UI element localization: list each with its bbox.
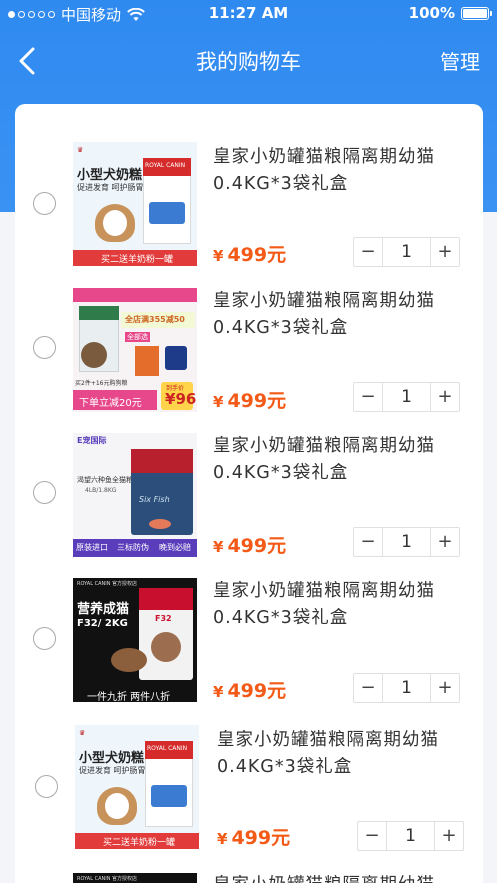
decrement-button[interactable]: − — [354, 238, 382, 266]
thumb-headline: 渴望六种鱼全猫粮 — [77, 476, 133, 484]
product-price: ¥499元 — [217, 823, 290, 850]
logo-crown: ♛ — [79, 729, 86, 737]
product-title[interactable]: 皇家小奶罐猫粮隔离期幼猫 — [213, 872, 468, 883]
price-value: 499元 — [227, 535, 287, 557]
thumb-tag-3: 晚到必赔 — [159, 543, 191, 552]
thumb-tag-2: 三标防伪 — [117, 543, 149, 552]
currency-symbol: ¥ — [213, 683, 224, 701]
store-label: E宠国际 — [77, 436, 107, 445]
thumb-weight: 1kg — [127, 751, 140, 759]
increment-button[interactable]: + — [431, 528, 459, 556]
thumb-sub: 促进发育 呵护肠胃 — [77, 183, 144, 192]
brand-label: ROYAL CANIN — [147, 745, 188, 752]
currency-symbol: ¥ — [213, 538, 224, 556]
price-value: 499元 — [227, 680, 287, 702]
product-thumbnail[interactable]: ROYAL CANIN 官方授权店 — [73, 873, 197, 883]
product-title[interactable]: 皇家小奶罐猫粮隔离期幼猫0.4KG*3袋礼盒 — [213, 144, 468, 198]
nav-bar: 我的购物车 管理 — [0, 38, 497, 82]
product-thumbnail[interactable]: E宠国际 渴望六种鱼全猫粮 4LB/1.8KG Six Fish 原装进口 三标… — [73, 433, 197, 557]
battery-icon — [461, 6, 492, 20]
thumb-headline: 营养成猫 — [77, 602, 130, 617]
currency-symbol: ¥ — [213, 393, 224, 411]
increment-button[interactable]: + — [431, 238, 459, 266]
promo-tag: 全部选 — [125, 332, 150, 342]
battery-percent: 100% — [408, 4, 455, 22]
product-thumbnail[interactable]: ROYAL CANIN ♛ 小型犬奶糕 1kg 促进发育 呵护肠胃 买二送羊奶粉… — [75, 725, 199, 849]
product-title[interactable]: 皇家小奶罐猫粮隔离期幼猫0.4KG*3袋礼盒 — [217, 727, 472, 781]
price-value: 499元 — [231, 827, 291, 849]
brand-label: ROYAL CANIN — [145, 162, 186, 169]
product-thumbnail[interactable]: ROYAL CANIN 官方授权店 营养成猫 F32/ 2KG F32 一件九折… — [73, 578, 197, 702]
thumb-banner: 买二送羊奶粉一罐 — [101, 255, 174, 265]
quantity-input[interactable]: 1 — [382, 238, 431, 266]
product-price: ¥499元 — [213, 386, 286, 413]
thumb-banner: 买二送羊奶粉一罐 — [103, 838, 176, 848]
product-title[interactable]: 皇家小奶罐猫粮隔离期幼猫0.4KG*3袋礼盒 — [213, 288, 468, 342]
product-title[interactable]: 皇家小奶罐猫粮隔离期幼猫0.4KG*3袋礼盒 — [213, 578, 468, 632]
quantity-stepper: − 1 + — [353, 237, 460, 267]
cart-item: ROYAL CANIN ♛ 小型犬奶糕 1kg 促进发育 呵护肠胃 买二送羊奶粉… — [15, 130, 483, 270]
quantity-input[interactable]: 1 — [382, 674, 431, 702]
decrement-button[interactable]: − — [358, 822, 386, 850]
bag-label: F32 — [155, 614, 172, 623]
product-price: ¥499元 — [213, 531, 286, 558]
cart-item: ROYAL CANIN ♛ 小型犬奶糕 1kg 促进发育 呵护肠胃 买二送羊奶粉… — [15, 713, 483, 853]
increment-button[interactable]: + — [431, 674, 459, 702]
item-select-checkbox[interactable] — [33, 336, 56, 359]
currency-symbol: ¥ — [213, 247, 224, 265]
thumb-banner: 一件九折 两件八折 — [87, 692, 171, 702]
cart-item: ROYAL CANIN 官方授权店 皇家小奶罐猫粮隔离期幼猫 — [15, 858, 483, 883]
increment-button[interactable]: + — [431, 383, 459, 411]
decrement-button[interactable]: − — [354, 674, 382, 702]
item-select-checkbox[interactable] — [33, 192, 56, 215]
promo-label: 全店满355减50 — [125, 315, 185, 324]
store-label: ROYAL CANIN 官方授权店 — [77, 581, 138, 587]
currency-symbol: ¥ — [217, 830, 228, 848]
product-thumbnail[interactable]: 全店满355减50 全部选 买2件+16元购狗粮 下单立减20元 到手价 ¥96 — [73, 288, 197, 412]
bag-label: Six Fish — [139, 495, 170, 504]
decrement-button[interactable]: − — [354, 383, 382, 411]
price-value: 499元 — [227, 244, 287, 266]
store-label: ROYAL CANIN 官方授权店 — [77, 876, 138, 882]
status-bar: 中国移动 11:27 AM 100% — [0, 0, 497, 28]
cart-item: 全店满355减50 全部选 买2件+16元购狗粮 下单立减20元 到手价 ¥96… — [15, 276, 483, 416]
thumb-sub: 买2件+16元购狗粮 — [75, 380, 128, 387]
thumb-banner: 下单立减20元 — [79, 398, 142, 409]
item-select-checkbox[interactable] — [33, 481, 56, 504]
quantity-stepper: − 1 + — [353, 673, 460, 703]
product-title[interactable]: 皇家小奶罐猫粮隔离期幼猫0.4KG*3袋礼盒 — [213, 433, 468, 487]
quantity-input[interactable]: 1 — [382, 528, 431, 556]
cart-item: E宠国际 渴望六种鱼全猫粮 4LB/1.8KG Six Fish 原装进口 三标… — [15, 421, 483, 561]
item-select-checkbox[interactable] — [35, 775, 58, 798]
quantity-input[interactable]: 1 — [382, 383, 431, 411]
item-select-checkbox[interactable] — [33, 627, 56, 650]
product-price: ¥499元 — [213, 676, 286, 703]
product-thumbnail[interactable]: ROYAL CANIN ♛ 小型犬奶糕 1kg 促进发育 呵护肠胃 买二送羊奶粉… — [73, 142, 197, 266]
quantity-stepper: − 1 + — [353, 527, 460, 557]
price-value: 499元 — [227, 390, 287, 412]
product-price: ¥499元 — [213, 240, 286, 267]
decrement-button[interactable]: − — [354, 528, 382, 556]
thumb-weight: 1kg — [125, 168, 138, 176]
manage-button[interactable]: 管理 — [440, 46, 480, 75]
increment-button[interactable]: + — [435, 822, 463, 850]
thumb-tag-1: 原装进口 — [76, 543, 108, 552]
price-tag-value: ¥96 — [165, 390, 197, 408]
quantity-stepper: − 1 + — [357, 821, 464, 851]
page-title: 我的购物车 — [196, 50, 301, 74]
quantity-input[interactable]: 1 — [386, 822, 435, 850]
status-right: 100% — [408, 4, 492, 22]
quantity-stepper: − 1 + — [353, 382, 460, 412]
thumb-code: F32/ 2KG — [77, 618, 128, 629]
cart-item: ROYAL CANIN 官方授权店 营养成猫 F32/ 2KG F32 一件九折… — [15, 566, 483, 706]
thumb-weight: 4LB/1.8KG — [85, 487, 117, 494]
thumb-sub: 促进发育 呵护肠胃 — [79, 766, 146, 775]
logo-crown: ♛ — [77, 146, 84, 154]
